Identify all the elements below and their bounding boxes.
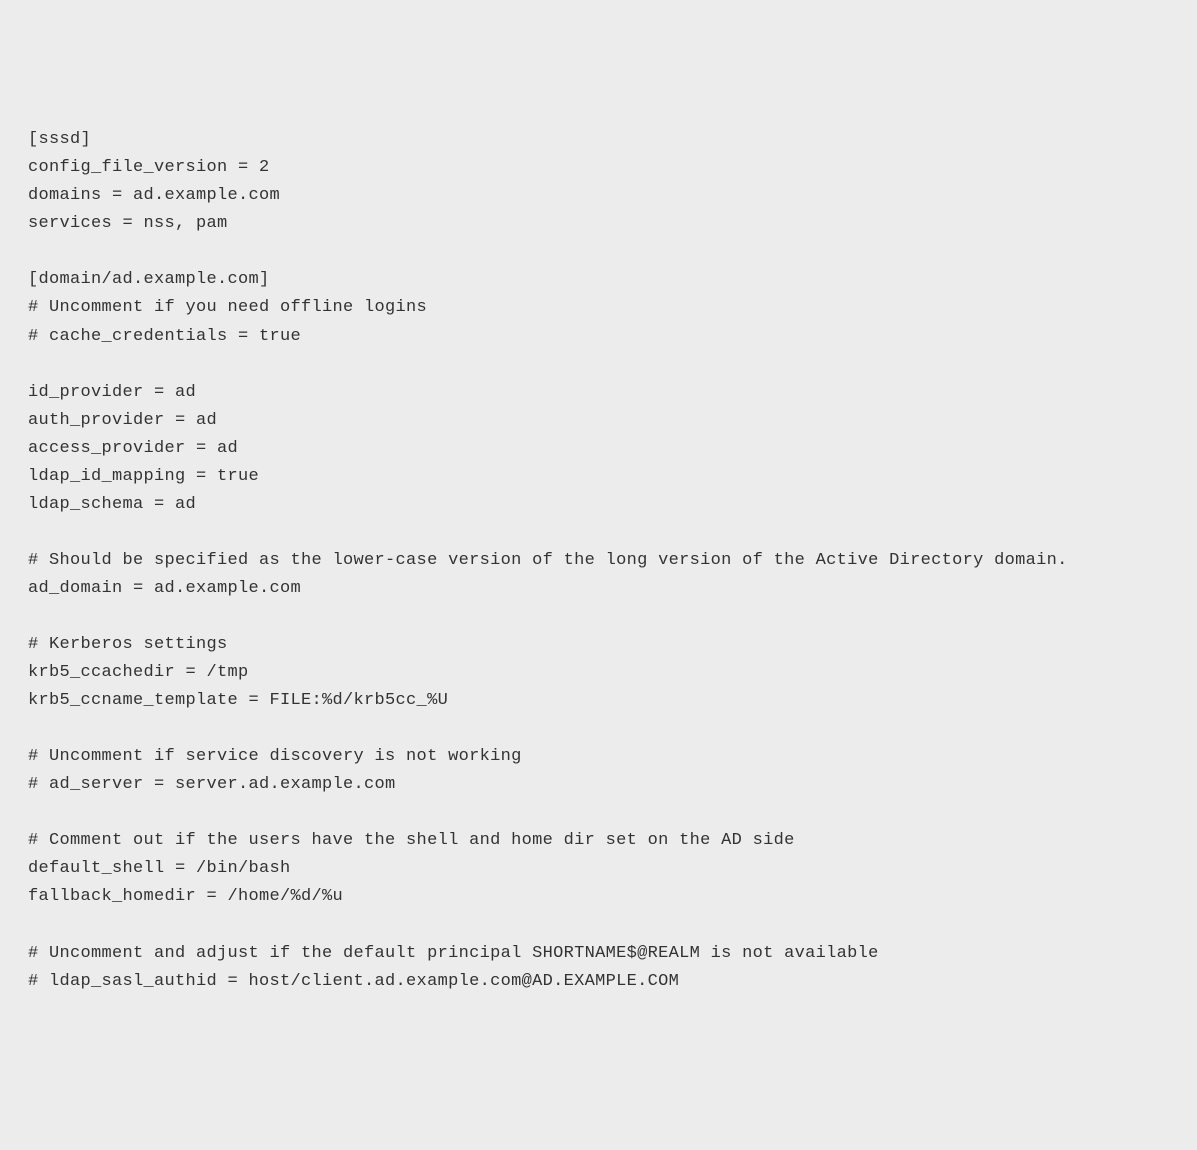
config-code-block: [sssd] config_file_version = 2 domains =… xyxy=(28,126,1169,995)
